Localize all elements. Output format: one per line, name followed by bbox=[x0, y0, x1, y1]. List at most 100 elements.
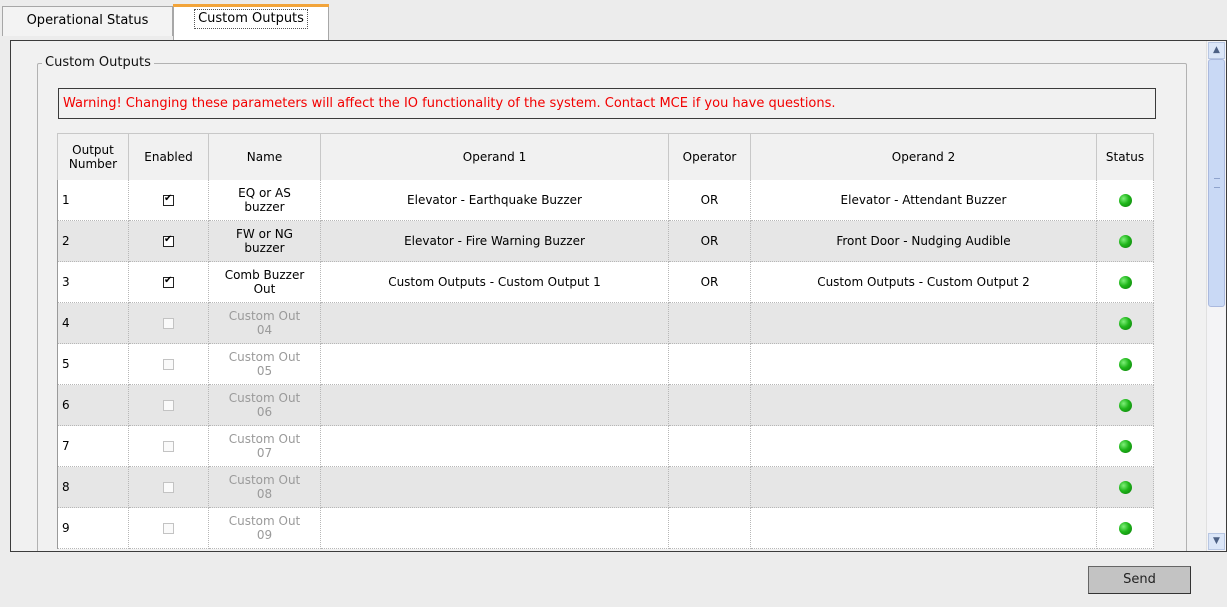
output-number-cell: 7 bbox=[57, 425, 129, 467]
name-line: Out bbox=[253, 282, 276, 296]
name-cell[interactable]: FW or NG buzzer bbox=[208, 220, 321, 262]
enabled-checkbox[interactable] bbox=[163, 275, 174, 288]
column-header-operand2[interactable]: Operand 2 bbox=[750, 133, 1097, 180]
column-header-enabled[interactable]: Enabled bbox=[128, 133, 209, 180]
operand2-cell[interactable] bbox=[750, 302, 1097, 344]
warning-message: Warning! Changing these parameters will … bbox=[58, 88, 1156, 119]
name-cell[interactable]: Custom Out 06 bbox=[208, 384, 321, 426]
table-row[interactable]: 5 Custom Out 05 bbox=[57, 343, 1154, 385]
name-cell[interactable]: Custom Out 08 bbox=[208, 466, 321, 508]
header-label: Number bbox=[68, 157, 118, 171]
enabled-checkbox[interactable] bbox=[163, 441, 174, 452]
enabled-checkbox[interactable] bbox=[163, 400, 174, 411]
send-button[interactable]: Send bbox=[1088, 566, 1191, 594]
operand2-cell[interactable] bbox=[750, 507, 1097, 549]
operator-cell[interactable] bbox=[668, 302, 751, 344]
operand2-cell[interactable]: Custom Outputs - Custom Output 2 bbox=[750, 261, 1097, 303]
name-line: Comb Buzzer bbox=[224, 268, 305, 282]
vertical-scrollbar[interactable]: ▲ ▼ bbox=[1206, 41, 1226, 551]
column-header-operator[interactable]: Operator bbox=[668, 133, 751, 180]
status-cell bbox=[1096, 261, 1154, 303]
name-cell[interactable]: Custom Out 09 bbox=[208, 507, 321, 549]
name-line: 06 bbox=[256, 405, 273, 419]
name-line: Custom Out bbox=[228, 391, 301, 405]
column-header-status[interactable]: Status bbox=[1096, 133, 1154, 180]
operand1-cell[interactable] bbox=[320, 302, 669, 344]
enabled-cell bbox=[128, 261, 209, 303]
table-row[interactable]: 9 Custom Out 09 bbox=[57, 507, 1154, 549]
operand2-cell[interactable] bbox=[750, 425, 1097, 467]
table-row[interactable]: 4 Custom Out 04 bbox=[57, 302, 1154, 344]
status-cell bbox=[1096, 507, 1154, 549]
header-label: Output bbox=[72, 143, 114, 157]
tab-custom-outputs[interactable]: Custom Outputs bbox=[173, 4, 329, 40]
operator-cell[interactable] bbox=[668, 507, 751, 549]
operator-cell[interactable]: OR bbox=[668, 261, 751, 303]
operator-cell[interactable] bbox=[668, 425, 751, 467]
operand1-cell[interactable]: Elevator - Fire Warning Buzzer bbox=[320, 220, 669, 262]
name-line: 07 bbox=[256, 446, 273, 460]
table-row[interactable]: 2FW or NGbuzzerElevator - Fire Warning B… bbox=[57, 220, 1154, 262]
enabled-checkbox[interactable] bbox=[163, 359, 174, 370]
table-row[interactable]: 7 Custom Out 07 bbox=[57, 425, 1154, 467]
status-led-icon bbox=[1118, 358, 1132, 371]
output-number-cell: 6 bbox=[57, 384, 129, 426]
enabled-checkbox[interactable] bbox=[163, 523, 174, 534]
name-line: Custom Out bbox=[228, 473, 301, 487]
table-row[interactable]: 1 EQ or ASbuzzerElevator - Earthquake Buz… bbox=[57, 180, 1154, 221]
name-line: Custom Out bbox=[228, 350, 301, 364]
chevron-up-icon[interactable]: ▲ bbox=[1208, 42, 1225, 59]
tab-label: Operational Status bbox=[26, 13, 149, 28]
table-row[interactable]: 6 Custom Out 06 bbox=[57, 384, 1154, 426]
operand2-cell[interactable] bbox=[750, 384, 1097, 426]
table-row[interactable]: 3Comb BuzzerOutCustom Outputs - Custom O… bbox=[57, 261, 1154, 303]
operand1-cell[interactable] bbox=[320, 384, 669, 426]
enabled-checkbox[interactable] bbox=[163, 482, 174, 493]
operand2-cell[interactable] bbox=[750, 466, 1097, 508]
enabled-checkbox[interactable] bbox=[163, 234, 174, 247]
operator-cell[interactable] bbox=[668, 343, 751, 385]
enabled-checkbox[interactable] bbox=[163, 193, 174, 206]
chevron-down-icon[interactable]: ▼ bbox=[1208, 533, 1225, 550]
name-line: FW or NG bbox=[236, 227, 293, 241]
status-led-icon bbox=[1118, 317, 1132, 330]
operand2-cell[interactable]: Front Door - Nudging Audible bbox=[750, 220, 1097, 262]
output-number-cell: 1 bbox=[57, 180, 129, 221]
output-number-cell: 4 bbox=[57, 302, 129, 344]
name-cell[interactable]: Custom Out 05 bbox=[208, 343, 321, 385]
enabled-cell bbox=[128, 220, 209, 262]
operand1-cell[interactable] bbox=[320, 507, 669, 549]
column-header-output-number[interactable]: Output Number bbox=[57, 133, 129, 180]
name-line: EQ or AS bbox=[238, 186, 291, 200]
group-title: Custom Outputs bbox=[42, 55, 154, 70]
name-line: 08 bbox=[256, 487, 273, 501]
enabled-checkbox[interactable] bbox=[163, 318, 174, 329]
name-cell[interactable]: Custom Out 07 bbox=[208, 425, 321, 467]
column-header-name[interactable]: Name bbox=[208, 133, 321, 180]
operand1-cell[interactable] bbox=[320, 466, 669, 508]
operator-cell[interactable]: OR bbox=[668, 180, 751, 221]
output-number-cell: 5 bbox=[57, 343, 129, 385]
name-cell[interactable]: Comb Buzzer Out bbox=[208, 261, 321, 303]
tab-operational-status[interactable]: Operational Status bbox=[2, 6, 173, 36]
operator-cell[interactable] bbox=[668, 384, 751, 426]
operand1-cell[interactable] bbox=[320, 343, 669, 385]
output-number-cell: 3 bbox=[57, 261, 129, 303]
operator-cell[interactable]: OR bbox=[668, 220, 751, 262]
operator-cell[interactable] bbox=[668, 466, 751, 508]
table-row[interactable]: 8 Custom Out 08 bbox=[57, 466, 1154, 508]
name-cell[interactable]: EQ or AS buzzer bbox=[208, 180, 321, 221]
operand1-cell[interactable] bbox=[320, 425, 669, 467]
name-cell[interactable]: Custom Out 04 bbox=[208, 302, 321, 344]
status-led-icon bbox=[1118, 399, 1132, 412]
column-header-operand1[interactable]: Operand 1 bbox=[320, 133, 669, 180]
operand1-cell[interactable]: Elevator - Earthquake Buzzer bbox=[320, 180, 669, 221]
tab-bar: Operational Status Custom Outputs bbox=[0, 0, 1227, 40]
status-led-icon bbox=[1118, 276, 1132, 289]
name-line: 05 bbox=[256, 364, 273, 378]
operand1-cell[interactable]: Custom Outputs - Custom Output 1 bbox=[320, 261, 669, 303]
scrollbar-thumb[interactable] bbox=[1208, 59, 1225, 307]
operand2-cell[interactable]: Elevator - Attendant Buzzer bbox=[750, 180, 1097, 221]
operand2-cell[interactable] bbox=[750, 343, 1097, 385]
status-led-icon bbox=[1118, 481, 1132, 494]
